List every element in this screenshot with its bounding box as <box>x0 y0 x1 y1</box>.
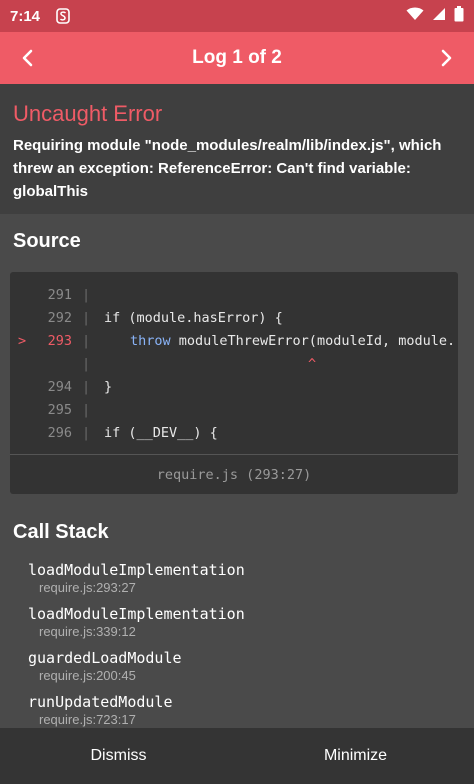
page-title: Log 1 of 2 <box>192 47 282 68</box>
code-text: if (module.hasError) { <box>104 310 283 326</box>
code-line: 293 > | throw moduleThrewError(moduleId, mo… <box>10 330 458 353</box>
frame-function: guardedLoadModule <box>28 649 182 667</box>
code-frame[interactable]: 291 | 292 | if (module.hasError) {293 > | throw… <box>10 272 458 494</box>
wifi-icon <box>406 7 424 26</box>
status-icons <box>406 5 464 27</box>
frame-location: require.js:200:45 <box>39 668 136 683</box>
frame-function: loadModuleImplementation <box>28 605 245 623</box>
chevron-right-icon <box>441 49 452 67</box>
code-line: 294 |} <box>10 376 458 399</box>
code-text: } <box>104 379 113 395</box>
error-summary: Uncaught Error Requiring module "node_mo… <box>0 84 474 214</box>
gutter-divider: | <box>82 333 91 349</box>
minimize-button[interactable]: Minimize <box>237 728 474 784</box>
code-line: 296 | if (__DEV__) { <box>10 422 458 445</box>
call-stack-heading: Call Stack <box>13 521 109 543</box>
frame-function: runUpdatedModule <box>28 693 173 711</box>
stack-frame[interactable]: loadModuleImplementation require.js:293:2… <box>28 560 458 604</box>
code-lines: 291 | 292 | if (module.hasError) {293 > | throw… <box>10 284 458 445</box>
line-number: 296 <box>47 425 72 441</box>
code-text: if (__DEV__) { <box>104 425 218 441</box>
previous-log-button[interactable] <box>0 32 56 84</box>
error-line-marker: > <box>18 333 27 349</box>
call-stack-list: loadModuleImplementation require.js:293:2… <box>28 560 458 736</box>
code-line: 295 | <box>10 399 458 422</box>
gutter-divider: | <box>82 402 91 418</box>
code-line: 292 | if (module.hasError) { <box>10 307 458 330</box>
line-number: 292 <box>47 310 72 326</box>
frame-location: require.js:723:17 <box>39 712 136 727</box>
frame-function: loadModuleImplementation <box>28 561 245 579</box>
bottom-bar: Dismiss Minimize <box>0 728 474 784</box>
line-number: 294 <box>47 379 72 395</box>
code-line: | ^ <box>10 353 458 376</box>
error-title: Uncaught Error <box>13 101 163 126</box>
code-keyword: throw <box>130 333 171 349</box>
battery-icon <box>454 5 464 27</box>
frame-location: require.js:339:12 <box>39 624 136 639</box>
next-log-button[interactable] <box>418 32 474 84</box>
status-bar: 7:14 <box>0 0 474 32</box>
error-caret: ^ <box>308 356 317 372</box>
code-location[interactable]: require.js (293:27) <box>10 454 458 494</box>
chevron-left-icon <box>22 49 33 67</box>
gutter-divider: | <box>82 287 91 303</box>
gutter-divider: | <box>82 379 91 395</box>
log-header: Log 1 of 2 <box>0 32 474 84</box>
status-time: 7:14 <box>10 7 41 25</box>
code-line: 291 | <box>10 284 458 307</box>
code-rest: moduleThrewError(moduleId, module. <box>170 333 456 349</box>
code-text: throw moduleThrewError(moduleId, module. <box>130 330 455 353</box>
line-number: 295 <box>47 402 72 418</box>
error-message: Requiring module "node_modules/realm/lib… <box>13 137 442 200</box>
gutter-divider: | <box>82 356 91 372</box>
gutter-divider: | <box>82 425 91 441</box>
s-icon <box>56 8 70 24</box>
line-number: 291 <box>47 287 72 303</box>
stack-frame[interactable]: guardedLoadModule require.js:200:45 <box>28 648 458 692</box>
signal-icon <box>432 7 446 26</box>
stack-frame[interactable]: loadModuleImplementation require.js:339:1… <box>28 604 458 648</box>
dismiss-button[interactable]: Dismiss <box>0 728 237 784</box>
gutter-divider: | <box>82 310 91 326</box>
source-heading: Source <box>13 230 81 252</box>
frame-location: require.js:293:27 <box>39 580 136 595</box>
